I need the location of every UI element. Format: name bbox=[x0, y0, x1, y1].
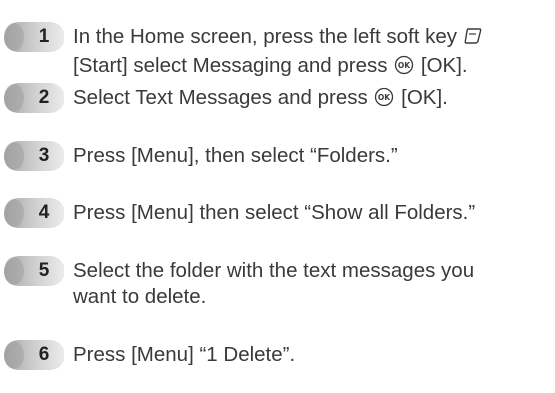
step-number: 6 bbox=[38, 344, 50, 365]
step-text: Press [Menu], then select “Folders.” bbox=[73, 144, 398, 167]
step-text-line1: Select the folder with the text messages… bbox=[73, 259, 475, 282]
step-text-line2-end: [OK]. bbox=[420, 54, 468, 77]
step-number: 4 bbox=[38, 202, 50, 223]
step-text: In the Home screen, press the left soft … bbox=[73, 24, 548, 82]
step-number-badge: 6 bbox=[4, 340, 64, 370]
step-text: Select the folder with the text messages… bbox=[73, 258, 548, 310]
step-text: Press [Menu] then select “Show all Folde… bbox=[73, 201, 476, 224]
step-number-badge: 1 bbox=[4, 22, 64, 52]
step-number: 1 bbox=[38, 26, 50, 47]
instruction-steps: 1 In the Home screen, press the left sof… bbox=[0, 0, 555, 393]
svg-text:OK: OK bbox=[378, 93, 391, 102]
step-text-end: [OK]. bbox=[401, 86, 448, 109]
ok-key-icon: OK bbox=[393, 55, 415, 82]
ok-key-icon: OK bbox=[373, 87, 395, 114]
step-number: 2 bbox=[38, 87, 50, 108]
step-number-badge: 5 bbox=[4, 256, 64, 286]
step-text-line2: [Start] select Messaging and press bbox=[73, 54, 388, 77]
svg-text:OK: OK bbox=[398, 61, 411, 70]
step-number: 3 bbox=[38, 145, 50, 166]
left-soft-key-icon bbox=[463, 26, 483, 53]
step-text-line1: In the Home screen, press the left soft … bbox=[73, 25, 457, 48]
step-text-start: Select Text Messages and press bbox=[73, 86, 368, 109]
step-number-badge: 4 bbox=[4, 198, 64, 228]
step-number: 5 bbox=[38, 260, 50, 281]
step-text-line2: want to delete. bbox=[73, 285, 207, 308]
step-text: Press [Menu] “1 Delete”. bbox=[73, 343, 296, 366]
step-number-badge: 2 bbox=[4, 83, 64, 113]
step-text: Select Text Messages and press OK [OK]. bbox=[73, 85, 548, 114]
step-number-badge: 3 bbox=[4, 141, 64, 171]
